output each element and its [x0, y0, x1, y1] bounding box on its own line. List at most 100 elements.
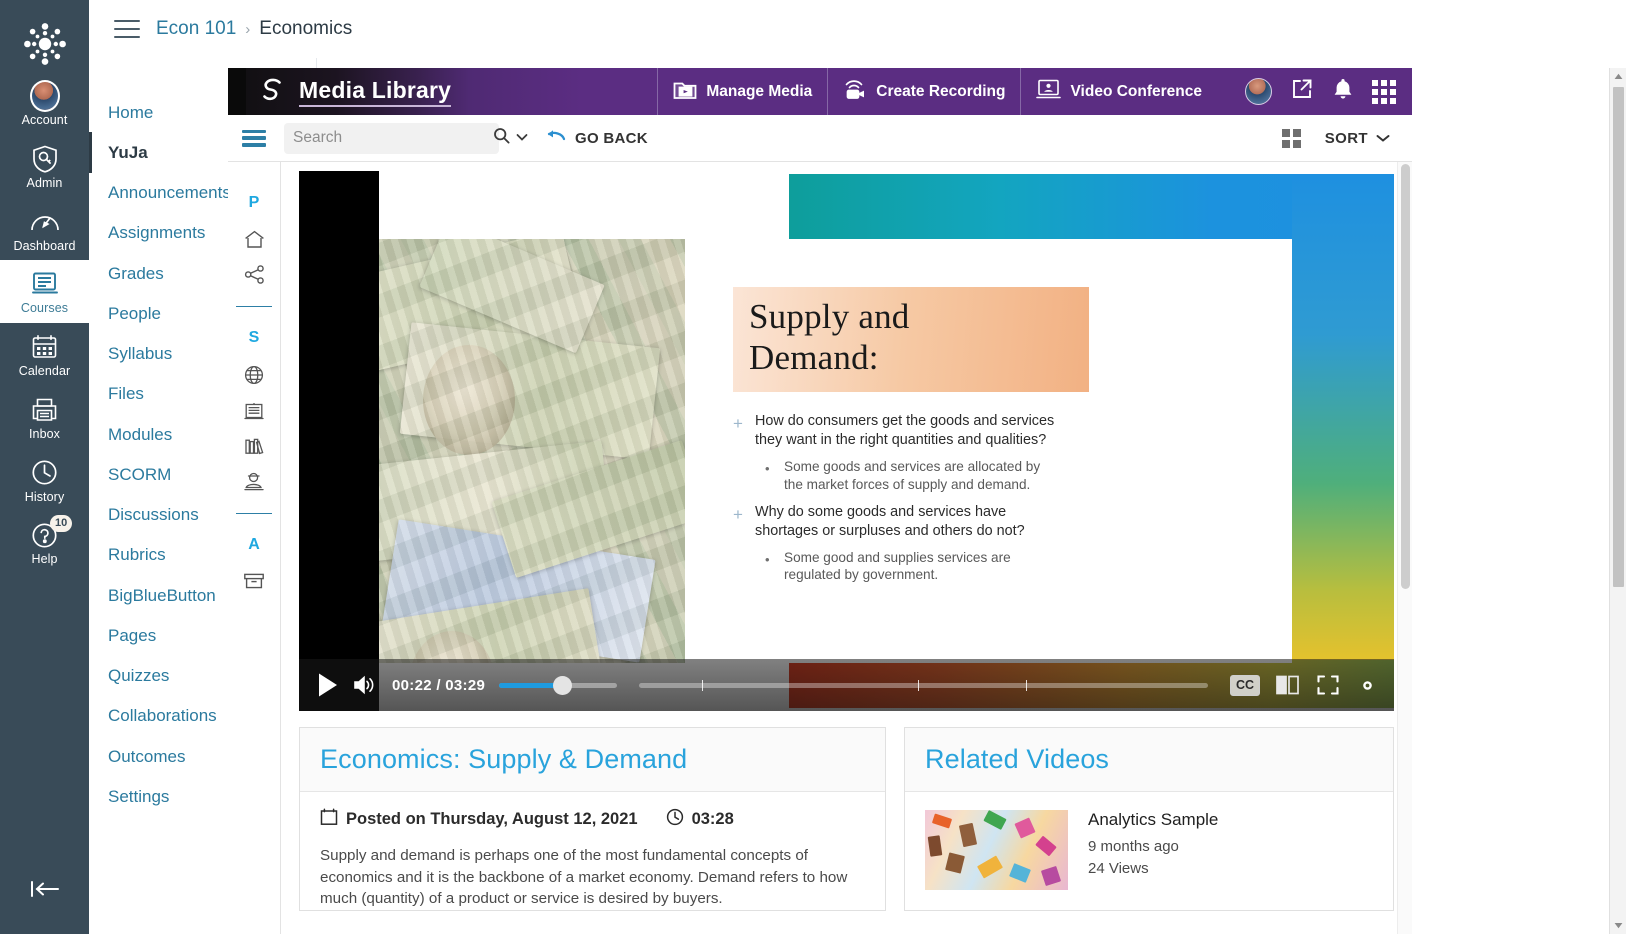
- slide-bullets: + How do consumers get the goods and ser…: [733, 412, 1262, 585]
- media-library-header: Media Library Manage Media Create Record…: [228, 68, 1412, 115]
- search-icon[interactable]: [493, 127, 510, 149]
- help-badge-count: 10: [50, 515, 73, 532]
- media-library-header-actions: [1217, 68, 1412, 115]
- side-by-side-layout-icon[interactable]: [1275, 674, 1301, 696]
- media-library-frame: Media Library Manage Media Create Record…: [228, 68, 1412, 934]
- calendar-icon: [30, 332, 60, 362]
- sort-button[interactable]: SORT: [1325, 129, 1390, 147]
- institution-icon[interactable]: [236, 393, 272, 429]
- seek-bar[interactable]: [639, 679, 1208, 691]
- course-nav-label: YuJa: [108, 142, 148, 162]
- volume-knob[interactable]: [553, 675, 573, 695]
- related-video-title: Analytics Sample: [1088, 810, 1219, 829]
- global-nav-label: Inbox: [28, 426, 61, 441]
- bullet-text: Why do some goods and services have shor…: [755, 503, 1025, 539]
- breadcrumb-course-link[interactable]: Econ 101: [156, 18, 236, 40]
- external-link-icon[interactable]: [1290, 77, 1314, 106]
- video-details-card: Economics: Supply & Demand Posted on Thu…: [299, 727, 886, 911]
- toolbar-right: SORT: [1281, 128, 1412, 148]
- archive-box-icon[interactable]: [236, 564, 272, 598]
- hamburger-icon[interactable]: [114, 20, 140, 38]
- page-scrollbar-thumb[interactable]: [1613, 87, 1624, 587]
- course-nav-label: Discussions: [108, 505, 199, 524]
- bullet-marker: +: [733, 504, 743, 524]
- apps-grid-icon[interactable]: [1372, 79, 1396, 104]
- manage-media-button[interactable]: Manage Media: [657, 68, 828, 115]
- fullscreen-icon[interactable]: [1316, 674, 1340, 696]
- user-avatar[interactable]: [1245, 78, 1272, 105]
- global-nav-item-courses[interactable]: Courses: [0, 260, 89, 323]
- closed-caption-icon[interactable]: CC: [1230, 674, 1260, 696]
- video-description: Supply and demand is perhaps one of the …: [320, 847, 848, 908]
- global-nav-item-history[interactable]: History: [0, 449, 89, 512]
- media-library-brand[interactable]: Media Library: [246, 68, 470, 115]
- create-recording-button[interactable]: Create Recording: [827, 68, 1021, 115]
- gear-icon[interactable]: [1355, 673, 1380, 698]
- create-recording-label: Create Recording: [876, 82, 1006, 100]
- posted-label: Posted on Thursday, August 12, 2021: [346, 810, 638, 828]
- chapter-marker: [1025, 679, 1028, 691]
- global-nav-item-account[interactable]: Account: [0, 72, 89, 135]
- bullet-text: Some goods and services are allocated by…: [784, 458, 1041, 492]
- course-nav-label: Grades: [108, 263, 164, 283]
- inbox-icon: [30, 395, 60, 425]
- duration-label: 03:28: [691, 810, 734, 828]
- global-nav-item-inbox[interactable]: Inbox: [0, 386, 89, 449]
- scroll-up-arrow-icon[interactable]: [1614, 68, 1623, 85]
- rail-group-personal: P: [236, 188, 272, 307]
- play-icon[interactable]: [317, 672, 339, 698]
- slide-bullet: + Why do some goods and services have sh…: [733, 503, 1262, 541]
- content-scrollbar[interactable]: [1397, 162, 1412, 934]
- bullet-text: How do consumers get the goods and servi…: [755, 412, 1055, 448]
- list-menu-icon[interactable]: [242, 129, 266, 147]
- globe-icon[interactable]: [236, 357, 272, 393]
- player-controls: 00:22 / 03:29 CC: [299, 659, 1394, 711]
- media-library-rail: P S A: [228, 162, 281, 934]
- global-nav-item-calendar[interactable]: Calendar: [0, 323, 89, 386]
- video-player[interactable]: Supply and Demand: + How do consumers ge…: [299, 171, 1394, 711]
- bullet-marker: •: [765, 460, 770, 476]
- related-videos-title: Related Videos: [925, 744, 1110, 774]
- home-icon[interactable]: [236, 222, 272, 257]
- global-nav-item-admin[interactable]: Admin: [0, 135, 89, 198]
- global-nav-item-dashboard[interactable]: Dashboard: [0, 198, 89, 261]
- arrow-back-icon: [545, 128, 566, 149]
- chevron-down-icon[interactable]: [516, 129, 528, 147]
- volume-on-icon[interactable]: [353, 674, 378, 696]
- share-icon[interactable]: [236, 257, 272, 292]
- search-input[interactable]: [293, 129, 493, 147]
- global-nav-label: Courses: [20, 301, 69, 316]
- volume-slider[interactable]: [499, 675, 618, 695]
- search-box[interactable]: [284, 122, 528, 154]
- video-conference-button[interactable]: Video Conference: [1020, 68, 1217, 115]
- global-nav-item-help[interactable]: 10 Help: [0, 511, 89, 574]
- breadcrumb: Econ 101 › Economics: [89, 0, 1626, 58]
- slide-bullet: • Some goods and services are allocated …: [765, 458, 1262, 494]
- course-nav-label: Pages: [108, 625, 157, 645]
- canvas-logo-icon[interactable]: [17, 16, 73, 72]
- collapse-nav-icon[interactable]: [0, 879, 89, 899]
- course-nav-label: Collaborations: [108, 706, 217, 726]
- media-library-body: P S A Supply and Demand: + How do consum…: [228, 162, 1412, 934]
- related-video-thumbnail: [925, 810, 1068, 890]
- bell-icon[interactable]: [1332, 77, 1354, 106]
- bullet-text: Some good and supplies services are regu…: [784, 549, 1011, 583]
- scroll-down-arrow-icon[interactable]: [1614, 917, 1623, 934]
- related-videos-card: Related Videos Analytics Sample 9 months…: [904, 727, 1394, 911]
- library-books-icon[interactable]: [236, 429, 272, 464]
- rail-letter-a[interactable]: A: [236, 530, 272, 564]
- page-scrollbar[interactable]: [1609, 68, 1626, 934]
- grid-view-icon[interactable]: [1281, 128, 1301, 148]
- media-library-content: Supply and Demand: + How do consumers ge…: [281, 162, 1412, 934]
- rail-letter-s[interactable]: S: [236, 323, 272, 357]
- list-item[interactable]: Analytics Sample 9 months ago 24 Views: [905, 792, 1393, 908]
- content-scrollbar-thumb[interactable]: [1401, 164, 1410, 589]
- course-nav-label: Outcomes: [108, 746, 186, 766]
- rail-letter-p[interactable]: P: [236, 188, 272, 222]
- person-lecture-icon[interactable]: [236, 464, 272, 499]
- go-back-button[interactable]: GO BACK: [545, 128, 648, 149]
- app-root: Account Admin Dashboard Courses Calendar…: [0, 0, 1626, 934]
- course-nav-label: Settings: [108, 786, 170, 806]
- slide-bullet: • Some good and supplies services are re…: [765, 549, 1262, 585]
- related-video-views: 24 Views: [1088, 859, 1149, 877]
